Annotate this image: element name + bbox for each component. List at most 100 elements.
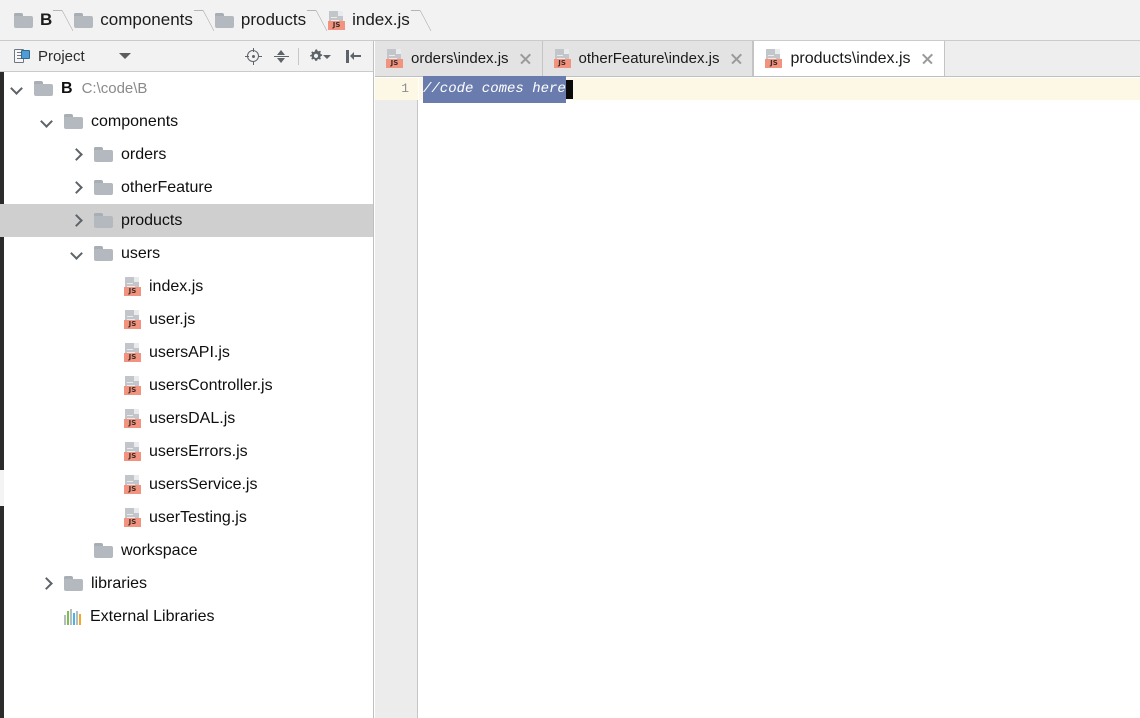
chevron-down-icon [323, 55, 331, 59]
twisty-placeholder [38, 609, 54, 625]
collapse-all-button[interactable] [267, 42, 295, 70]
code-line-1[interactable]: //code comes here [423, 75, 573, 103]
tree-row[interactable]: otherFeature [0, 171, 373, 204]
toolbar-separator [298, 47, 299, 65]
folder-icon [94, 213, 113, 228]
twisty-placeholder [68, 543, 84, 559]
js-file-icon: JS [124, 409, 141, 428]
twisty-placeholder [98, 444, 114, 460]
folder-icon [94, 543, 113, 558]
breadcrumb-item-components[interactable]: components [74, 0, 193, 40]
breadcrumb-separator-icon [52, 0, 74, 41]
external-libraries-icon [64, 608, 82, 625]
tree-row-label: orders [121, 145, 167, 163]
tree-row[interactable]: JS usersController.js [0, 369, 373, 402]
js-file-icon: JS [124, 277, 141, 296]
code-pane[interactable]: //code comes here [419, 75, 1140, 718]
tree-row[interactable]: orders [0, 138, 373, 171]
editor-gutter[interactable]: 1 [375, 78, 418, 718]
settings-button[interactable] [302, 42, 331, 70]
chevron-right-icon[interactable] [38, 576, 54, 592]
tree-row[interactable]: components [0, 105, 373, 138]
twisty-placeholder [98, 378, 114, 394]
project-panel-icon [14, 48, 30, 64]
editor-tab[interactable]: JS otherFeature\index.js [542, 41, 754, 76]
breadcrumb-item-indexjs[interactable]: JS index.js [328, 0, 410, 40]
tree-row[interactable]: External Libraries [0, 600, 373, 633]
tabbar-empty-area [944, 41, 1140, 76]
chevron-right-icon[interactable] [68, 147, 84, 163]
tree-row[interactable]: JS user.js [0, 303, 373, 336]
js-file-icon: JS [553, 49, 571, 68]
close-icon[interactable] [729, 52, 743, 66]
tree-row[interactable]: B C:\code\B [0, 72, 373, 105]
chevron-down-icon[interactable] [38, 114, 54, 130]
tree-row-label: External Libraries [90, 607, 215, 625]
tree-row[interactable]: JS usersService.js [0, 468, 373, 501]
chevron-down-icon[interactable] [118, 53, 131, 59]
project-tree[interactable]: B C:\code\B components orders otherFeature pr… [0, 72, 373, 718]
editor-area: JS orders\index.js JS otherFeature\index.js… [375, 41, 1140, 718]
chevron-right-icon[interactable] [68, 180, 84, 196]
js-file-icon: JS [124, 475, 141, 494]
twisty-placeholder [98, 312, 114, 328]
js-file-icon: JS [124, 343, 141, 362]
tree-row[interactable]: JS usersErrors.js [0, 435, 373, 468]
tree-row-label: index.js [149, 277, 204, 295]
tree-row-label: usersErrors.js [149, 442, 248, 460]
tree-row[interactable]: users [0, 237, 373, 270]
editor-tab-label: otherFeature\index.js [578, 50, 720, 67]
breadcrumb-label: B [40, 10, 53, 29]
tree-row-label: B [61, 79, 73, 97]
folder-icon [74, 12, 94, 28]
twisty-placeholder [98, 510, 114, 526]
chevron-right-icon[interactable] [68, 213, 84, 229]
breadcrumb-item-products[interactable]: products [214, 0, 307, 40]
folder-icon [14, 12, 33, 28]
locate-in-tree-button[interactable] [239, 42, 267, 70]
hide-panel-icon [345, 49, 362, 64]
editor-tabbar: JS orders\index.js JS otherFeature\index.js… [375, 41, 1140, 77]
tree-row-path: C:\code\B [81, 80, 148, 97]
tree-row-label: otherFeature [121, 178, 213, 196]
js-file-icon: JS [124, 442, 141, 461]
tree-row[interactable]: products [0, 204, 373, 237]
breadcrumb-label: products [240, 10, 307, 29]
tree-row-label: usersAPI.js [149, 343, 230, 361]
tree-row[interactable]: JS userTesting.js [0, 501, 373, 534]
twisty-placeholder [98, 279, 114, 295]
chevron-down-icon[interactable] [68, 246, 84, 262]
folder-icon [94, 147, 113, 162]
chevron-down-icon[interactable] [8, 81, 24, 97]
line-number: 1 [401, 81, 409, 96]
close-icon[interactable] [519, 52, 533, 66]
editor-tab-label: orders\index.js [411, 50, 509, 67]
tree-row-label: userTesting.js [149, 508, 247, 526]
breadcrumb-item-b[interactable]: B [14, 0, 52, 40]
tree-row-label: user.js [149, 310, 196, 328]
js-file-icon: JS [328, 10, 346, 30]
tree-row[interactable]: workspace [0, 534, 373, 567]
twisty-placeholder [98, 345, 114, 361]
collapse-all-icon [273, 48, 290, 65]
text-caret [565, 79, 573, 99]
folder-icon [214, 12, 234, 28]
folder-icon [64, 576, 83, 591]
breadcrumb-separator-icon [306, 0, 328, 41]
editor-tab[interactable]: JS orders\index.js [375, 41, 543, 76]
ide-window: B components products JS index.js Projec… [0, 0, 1140, 718]
tree-row[interactable]: JS index.js [0, 270, 373, 303]
code-text-selected: //code comes here [423, 75, 566, 103]
tree-row[interactable]: JS usersDAL.js [0, 402, 373, 435]
js-file-icon: JS [765, 49, 783, 68]
project-panel-toolbar: Project [0, 41, 373, 72]
breadcrumb-label: components [100, 10, 193, 29]
tree-row[interactable]: JS usersAPI.js [0, 336, 373, 369]
close-icon[interactable] [921, 52, 935, 66]
tree-row-label: components [91, 112, 179, 130]
hide-panel-button[interactable] [339, 42, 367, 70]
breadcrumb-separator-icon [410, 0, 432, 41]
tree-row-label: usersService.js [149, 475, 258, 493]
editor-tab[interactable]: JS products\index.js [753, 41, 945, 76]
tree-row[interactable]: libraries [0, 567, 373, 600]
